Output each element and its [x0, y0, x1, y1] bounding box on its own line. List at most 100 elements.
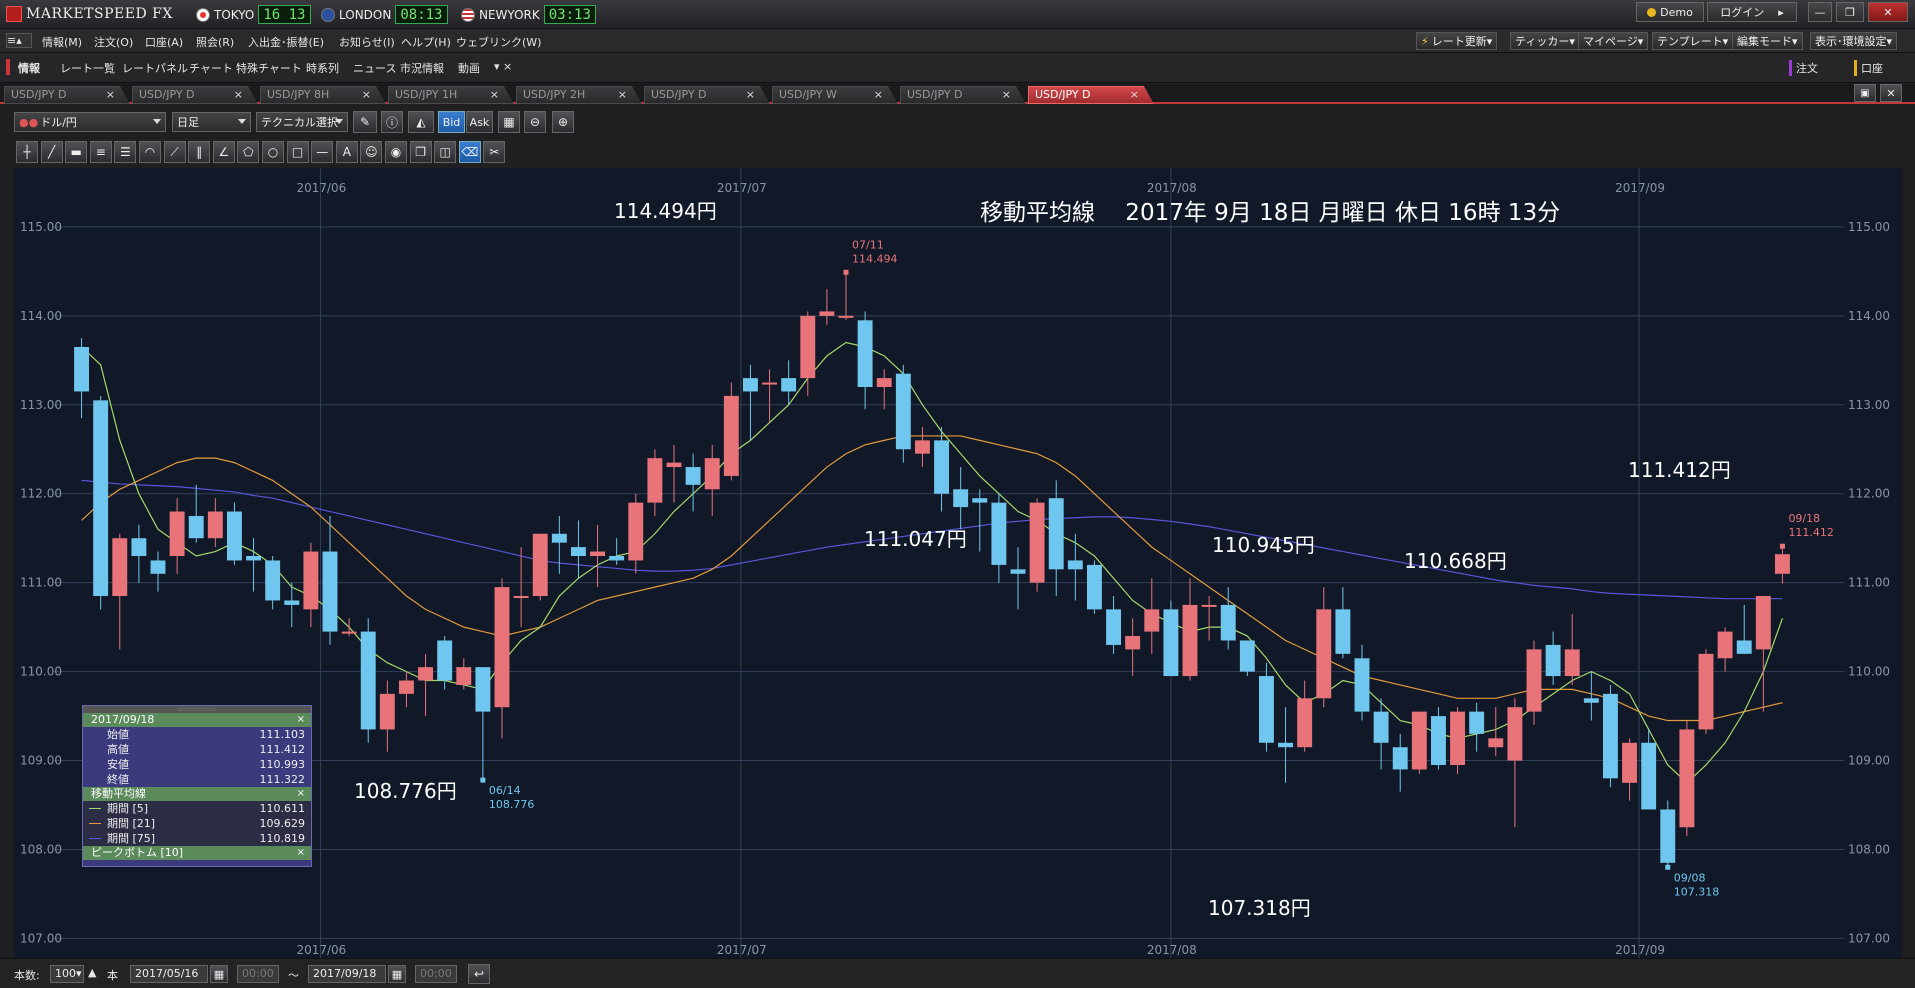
candle-body[interactable] [1144, 609, 1160, 632]
calendar-icon[interactable]: ▦ [388, 965, 406, 983]
from-time-input[interactable]: 00:00 [237, 965, 279, 983]
menu-deposit[interactable]: 入出金･振替(E) [248, 34, 324, 50]
menu-toggle-icon[interactable]: ≡▴ [6, 33, 32, 48]
candle-body[interactable] [1450, 711, 1466, 766]
candle-body[interactable] [1641, 742, 1657, 810]
candle-body[interactable] [188, 515, 204, 539]
magic-icon[interactable]: ✂ [483, 141, 506, 163]
func-rate-panel[interactable]: レートパネル [122, 60, 188, 76]
candle-body[interactable] [819, 311, 835, 316]
candle-body[interactable] [112, 538, 128, 597]
close-icon[interactable]: × [1130, 87, 1139, 103]
candle-body[interactable] [1774, 554, 1790, 574]
candle-body[interactable] [246, 555, 262, 561]
candle-body[interactable] [1163, 609, 1179, 677]
close-icon[interactable]: × [746, 87, 755, 103]
chart-tab[interactable]: USD/JPY D × [900, 86, 1026, 104]
candle-body[interactable] [131, 538, 147, 556]
candle-body[interactable] [1010, 569, 1026, 574]
candle-body[interactable] [1373, 711, 1389, 743]
copy-icon[interactable]: ❐ [409, 141, 432, 163]
candle-body[interactable] [226, 511, 242, 561]
candle-body[interactable] [666, 462, 682, 468]
candle-body[interactable] [570, 547, 586, 556]
candle-body[interactable] [1354, 658, 1370, 712]
candle-body[interactable] [322, 551, 338, 632]
template-button[interactable]: テンプレート ▾ [1652, 32, 1734, 50]
trendline-icon[interactable]: ╱ [40, 141, 63, 163]
candle-body[interactable] [953, 489, 969, 508]
icon-tool-icon[interactable]: ☺ [360, 141, 383, 163]
candle-body[interactable] [762, 382, 778, 385]
close-icon[interactable]: × [490, 87, 499, 103]
candle-body[interactable] [876, 378, 892, 388]
candle-body[interactable] [742, 378, 758, 392]
candle-body[interactable] [972, 498, 988, 503]
candle-body[interactable] [1660, 809, 1676, 863]
menu-notice[interactable]: お知らせ(I) [339, 34, 395, 50]
candle-body[interactable] [93, 400, 109, 597]
area-chart-icon[interactable]: ◭ [408, 111, 434, 133]
count-up-icon[interactable]: ▲ [88, 966, 96, 979]
candle-body[interactable] [1182, 604, 1198, 677]
to-time-input[interactable]: 00:00 [415, 965, 457, 983]
vlines-icon[interactable]: ‖ [188, 141, 211, 163]
candle-body[interactable] [1392, 747, 1408, 770]
candle-body[interactable] [150, 560, 166, 574]
hline-icon[interactable]: — [311, 141, 334, 163]
fan-icon[interactable]: ⟋ [163, 141, 186, 163]
layer-icon[interactable]: ◫ [434, 141, 457, 163]
candle-body[interactable] [934, 440, 950, 494]
edit-mode-button[interactable]: 編集モード ▾ [1732, 32, 1803, 50]
candle-body[interactable] [781, 378, 797, 392]
menu-inquiry[interactable]: 照会(R) [196, 34, 234, 50]
close-icon[interactable]: × [234, 87, 243, 103]
candle-body[interactable] [609, 555, 625, 561]
candle-body[interactable] [418, 667, 434, 681]
candle-body[interactable] [1488, 738, 1504, 748]
candle-body[interactable] [857, 320, 873, 388]
chart-tab[interactable]: USD/JPY D × [132, 86, 258, 104]
candle-body[interactable] [303, 551, 319, 610]
candle-body[interactable] [74, 346, 90, 392]
candle-body[interactable] [1564, 649, 1580, 677]
candle-body[interactable] [1258, 676, 1274, 743]
close-icon[interactable]: × [297, 787, 305, 801]
candle-body[interactable] [914, 440, 930, 454]
candle-body[interactable] [1220, 604, 1236, 641]
candle-body[interactable] [647, 458, 663, 503]
chart-tab[interactable]: USD/JPY 8H × [260, 86, 386, 104]
login-button[interactable]: ログイン ▸ [1707, 2, 1797, 22]
candle-body[interactable] [723, 395, 739, 476]
chart-tab[interactable]: USD/JPY D × [644, 86, 770, 104]
restore-chart-icon[interactable]: ▣ [1854, 84, 1876, 102]
candle-body[interactable] [704, 458, 720, 490]
candle-body[interactable] [1201, 604, 1217, 607]
candle-body[interactable] [169, 511, 185, 556]
currency-pair-select[interactable]: ●● ドル/円 [14, 112, 166, 132]
menu-info[interactable]: 情報(M) [42, 34, 82, 50]
candle-body[interactable] [895, 373, 911, 450]
func-info[interactable]: 情報 [18, 60, 40, 76]
candle-body[interactable] [1679, 729, 1695, 828]
close-icon[interactable]: × [106, 87, 115, 103]
panel-drag-handle[interactable]: ::::::::::::::::::: [83, 706, 311, 713]
candle-body[interactable] [1698, 653, 1714, 730]
candle-body[interactable] [1239, 640, 1255, 672]
candle-body[interactable] [1755, 596, 1771, 650]
gann-icon[interactable]: ∠ [212, 141, 235, 163]
close-icon[interactable]: × [297, 846, 305, 860]
chart-tab[interactable]: USD/JPY W × [772, 86, 898, 104]
ask-toggle[interactable]: Ask [466, 111, 493, 133]
menu-help[interactable]: ヘルプ(H) [401, 34, 451, 50]
candle-body[interactable] [551, 533, 567, 543]
close-icon[interactable]: × [874, 87, 883, 103]
chart-area[interactable]: 115.00 115.00 114.00 114.00 113.00 113.00 112.… [14, 168, 1902, 958]
func-chart[interactable]: チャート [189, 60, 233, 76]
candle-body[interactable] [513, 596, 529, 599]
bid-toggle[interactable]: Bid [438, 111, 465, 133]
ruler-icon[interactable]: ▬ [65, 141, 88, 163]
candle-body[interactable] [628, 502, 644, 561]
func-order[interactable]: 注文 [1789, 60, 1818, 76]
candle-body[interactable] [1717, 631, 1733, 659]
